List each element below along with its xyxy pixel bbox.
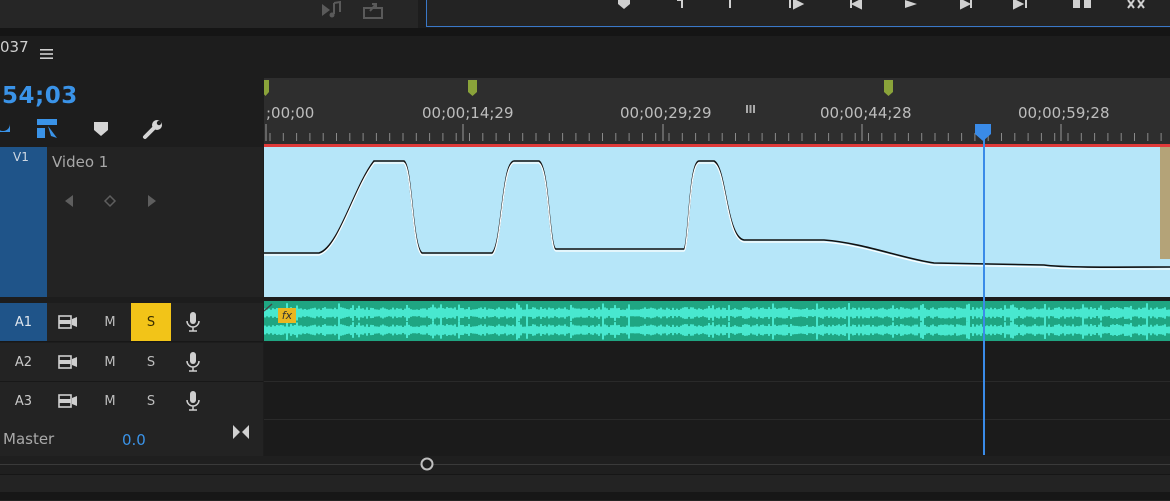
ruler-timecode-0: ;00;00 bbox=[266, 104, 315, 122]
add-keyframe-icon[interactable] bbox=[103, 193, 117, 209]
track-target-a1[interactable]: A1 bbox=[0, 303, 47, 341]
solo-button[interactable]: S bbox=[131, 382, 171, 420]
empty-audio-tracks[interactable] bbox=[264, 342, 1170, 456]
solo-button[interactable]: S bbox=[131, 343, 171, 381]
top-panel-left bbox=[0, 0, 418, 28]
voice-over-icon[interactable] bbox=[173, 343, 213, 381]
top-panel-right bbox=[426, 0, 1170, 27]
add-marker-tool-icon[interactable] bbox=[90, 118, 112, 140]
track-height-toggle-icon[interactable] bbox=[232, 424, 250, 440]
playhead-timecode[interactable]: 54;03 bbox=[2, 83, 78, 109]
step-forward-icon[interactable] bbox=[955, 0, 977, 20]
sequence-tab[interactable]: 037 bbox=[0, 38, 29, 56]
panel-divider bbox=[0, 28, 1170, 36]
previous-keyframe-icon[interactable] bbox=[62, 193, 76, 209]
wrench-icon[interactable] bbox=[142, 118, 164, 140]
panel-menu-icon[interactable] bbox=[40, 48, 53, 60]
go-to-in-icon[interactable] bbox=[785, 0, 807, 20]
effects-badge[interactable]: fx bbox=[278, 308, 296, 323]
mark-out-icon[interactable] bbox=[719, 0, 741, 20]
master-volume-value[interactable]: 0.0 bbox=[122, 431, 146, 449]
linked-selection-icon[interactable] bbox=[36, 118, 58, 140]
extract-icon[interactable] bbox=[1125, 0, 1147, 20]
voice-over-icon[interactable] bbox=[173, 382, 213, 420]
master-label: Master bbox=[3, 430, 55, 448]
track-header-a2: A2 M S bbox=[0, 343, 263, 382]
audio-clip[interactable] bbox=[264, 301, 1170, 341]
step-back-icon[interactable] bbox=[845, 0, 867, 20]
voice-over-icon[interactable] bbox=[173, 303, 213, 341]
track-name-v1[interactable]: Video 1 bbox=[52, 153, 108, 171]
track-divider bbox=[264, 419, 1170, 420]
track-target-v1[interactable] bbox=[0, 147, 47, 297]
playhead-line[interactable] bbox=[983, 130, 985, 455]
timeline-scrollbar[interactable] bbox=[0, 456, 1170, 474]
ruler-timecode-1: 00;00;14;29 bbox=[422, 104, 514, 122]
mute-button[interactable]: M bbox=[90, 382, 130, 420]
ruler-timecode-2: 00;00;29;29 bbox=[620, 104, 712, 122]
track-output-icon[interactable] bbox=[48, 343, 88, 381]
snap-icon[interactable] bbox=[0, 118, 14, 140]
track-output-icon[interactable] bbox=[48, 382, 88, 420]
mute-button[interactable]: M bbox=[90, 343, 130, 381]
ruler-timecode-3: 00;00;44;28 bbox=[820, 104, 912, 122]
track-divider bbox=[264, 381, 1170, 382]
track-target-a2[interactable]: A2 bbox=[0, 343, 47, 381]
export-frame-icon[interactable] bbox=[362, 0, 384, 20]
play-icon[interactable] bbox=[899, 0, 921, 20]
video-clip[interactable] bbox=[264, 147, 1170, 297]
mark-in-icon[interactable] bbox=[671, 0, 693, 20]
track-header-a3: A3 M S bbox=[0, 382, 263, 421]
scrollbar-track bbox=[0, 464, 1170, 465]
track-id-v1: V1 bbox=[13, 150, 29, 164]
solo-button[interactable]: S bbox=[131, 303, 171, 341]
next-keyframe-icon[interactable] bbox=[145, 193, 159, 209]
bottom-edge bbox=[0, 492, 1170, 500]
add-marker-icon[interactable] bbox=[613, 0, 635, 20]
go-to-out-icon[interactable] bbox=[1009, 0, 1031, 20]
mute-button[interactable]: M bbox=[90, 303, 130, 341]
track-target-a3[interactable]: A3 bbox=[0, 382, 47, 420]
ruler-timecode-4: 00;00;59;28 bbox=[1018, 104, 1110, 122]
zoom-handle-icon[interactable] bbox=[420, 457, 434, 471]
track-output-icon[interactable] bbox=[48, 303, 88, 341]
track-header-a1: A1 M S bbox=[0, 303, 263, 342]
lift-icon[interactable] bbox=[1071, 0, 1093, 20]
insert-audio-icon[interactable] bbox=[320, 0, 342, 20]
